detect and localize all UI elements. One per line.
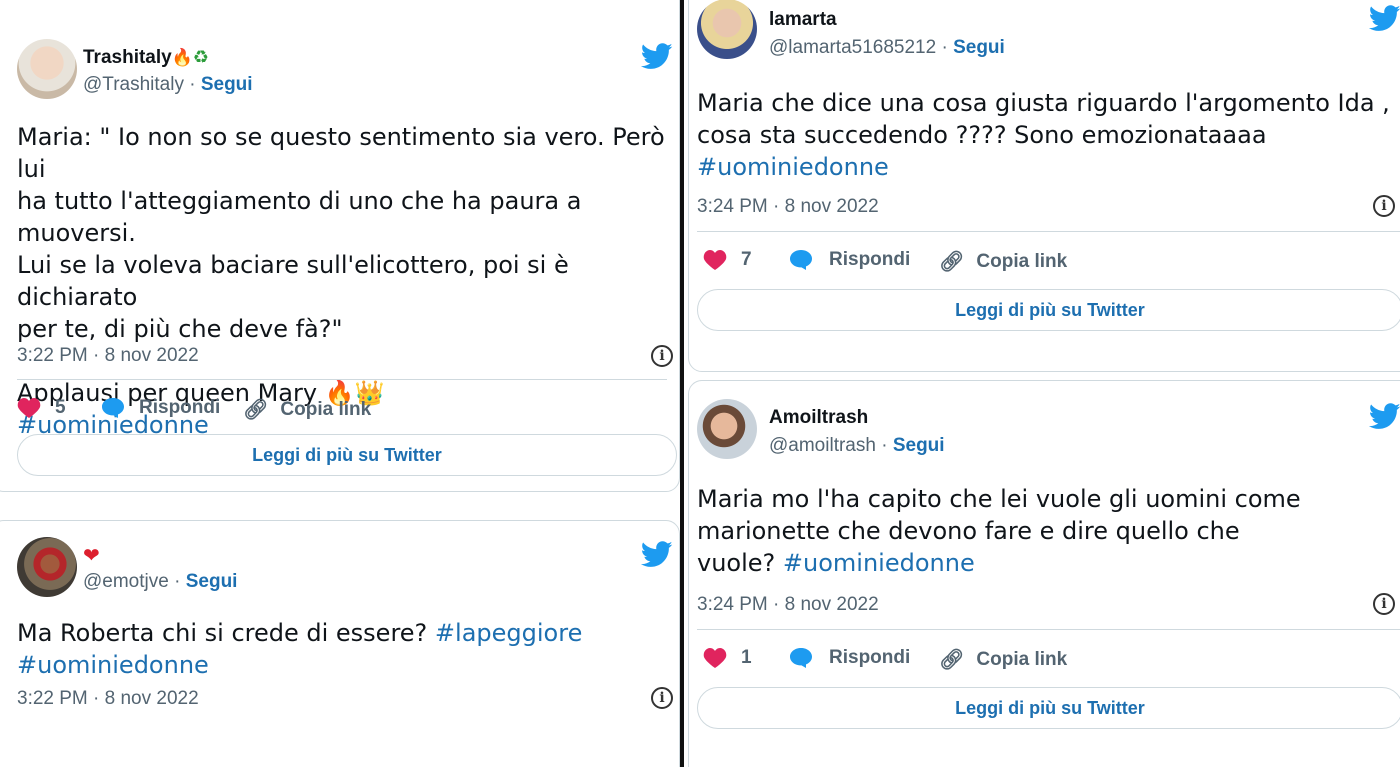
handle-line: @lamarta51685212 · Segui <box>769 37 1005 58</box>
speech-bubble-icon <box>790 648 812 668</box>
twitter-bird-icon[interactable] <box>641 43 673 70</box>
read-more-button[interactable]: Leggi di più su Twitter <box>17 434 677 476</box>
link-icon: 🔗︎ <box>939 251 965 273</box>
avatar[interactable] <box>697 0 757 59</box>
display-name[interactable]: Trashitaly🔥♻ <box>83 47 209 69</box>
tweet-card-lamarta: lamarta @lamarta51685212 · Segui Maria c… <box>688 0 1400 372</box>
tweet-text: Maria: " Io non so se questo sentimento … <box>17 121 667 441</box>
twitter-bird-icon[interactable] <box>1369 403 1400 430</box>
reply-button[interactable]: Rispondi <box>789 249 910 271</box>
avatar[interactable] <box>17 537 77 597</box>
divider <box>17 379 667 380</box>
read-more-button[interactable]: Leggi di più su Twitter <box>697 289 1400 331</box>
timestamp[interactable]: 3:24 PM · 8 nov 2022 <box>697 196 879 218</box>
hashtag-link[interactable]: #uominiedonne <box>17 649 667 681</box>
link-icon: 🔗︎ <box>939 649 965 671</box>
timestamp[interactable]: 3:24 PM · 8 nov 2022 <box>697 594 879 616</box>
recycle-icon: ♻ <box>192 47 210 67</box>
follow-link[interactable]: Segui <box>893 435 945 456</box>
twitter-bird-icon[interactable] <box>641 541 673 568</box>
display-name[interactable]: ❤ <box>83 543 100 568</box>
hashtag-link[interactable]: #lapeggiore <box>435 619 582 647</box>
hashtag-link[interactable]: #uominiedonne <box>783 549 975 577</box>
heart-icon <box>703 250 727 270</box>
timestamp[interactable]: 3:22 PM · 8 nov 2022 <box>17 688 199 710</box>
hashtag-link[interactable]: #uominiedonne <box>697 151 1397 183</box>
panel-divider <box>680 0 684 767</box>
info-icon[interactable]: i <box>651 345 673 367</box>
link-icon: 🔗︎ <box>243 399 269 421</box>
avatar[interactable] <box>17 39 77 99</box>
copy-link-button[interactable]: 🔗︎ Copia link <box>939 647 1067 672</box>
speech-bubble-icon <box>102 398 124 418</box>
handle-line: @Trashitaly · Segui <box>83 74 253 95</box>
divider <box>697 231 1400 232</box>
tweet-text: Maria che dice una cosa giusta riguardo … <box>697 87 1397 183</box>
reply-button[interactable]: Rispondi <box>101 397 220 419</box>
follow-link[interactable]: Segui <box>186 571 238 592</box>
like-button[interactable]: 5 <box>17 397 66 419</box>
tweet-card-trashitaly: Trashitaly🔥♻ @Trashitaly · Segui Maria: … <box>0 0 680 492</box>
heart-icon <box>703 648 727 668</box>
avatar[interactable] <box>697 399 757 459</box>
info-icon[interactable]: i <box>1373 593 1395 615</box>
info-icon[interactable]: i <box>1373 195 1395 217</box>
speech-bubble-icon <box>790 250 812 270</box>
reply-button[interactable]: Rispondi <box>789 647 910 669</box>
tweet-card-amoiltrash: Amoiltrash @amoiltrash · Segui Maria mo … <box>688 380 1400 767</box>
heart-emoji: ❤ <box>83 545 100 567</box>
display-name[interactable]: lamarta <box>769 9 837 31</box>
read-more-button[interactable]: Leggi di più su Twitter <box>697 687 1400 729</box>
follow-link[interactable]: Segui <box>953 37 1005 58</box>
handle-line: @amoiltrash · Segui <box>769 435 945 456</box>
heart-icon <box>17 398 41 418</box>
copy-link-button[interactable]: 🔗︎ Copia link <box>243 397 371 422</box>
follow-link[interactable]: Segui <box>201 74 253 95</box>
copy-link-button[interactable]: 🔗︎ Copia link <box>939 249 1067 274</box>
tweet-card-emotjve: ❤ @emotjve · Segui Ma Roberta chi si cre… <box>0 520 680 767</box>
tweet-text: Ma Roberta chi si crede di essere? #lape… <box>17 617 667 681</box>
info-icon[interactable]: i <box>651 687 673 709</box>
like-button[interactable]: 7 <box>703 249 752 271</box>
tweet-text: Maria mo l'ha capito che lei vuole gli u… <box>697 485 1301 577</box>
divider <box>697 629 1400 630</box>
like-button[interactable]: 1 <box>703 647 752 669</box>
handle-line: @emotjve · Segui <box>83 571 238 592</box>
display-name[interactable]: Amoiltrash <box>769 407 868 429</box>
twitter-bird-icon[interactable] <box>1369 5 1400 32</box>
timestamp[interactable]: 3:22 PM · 8 nov 2022 <box>17 345 199 367</box>
